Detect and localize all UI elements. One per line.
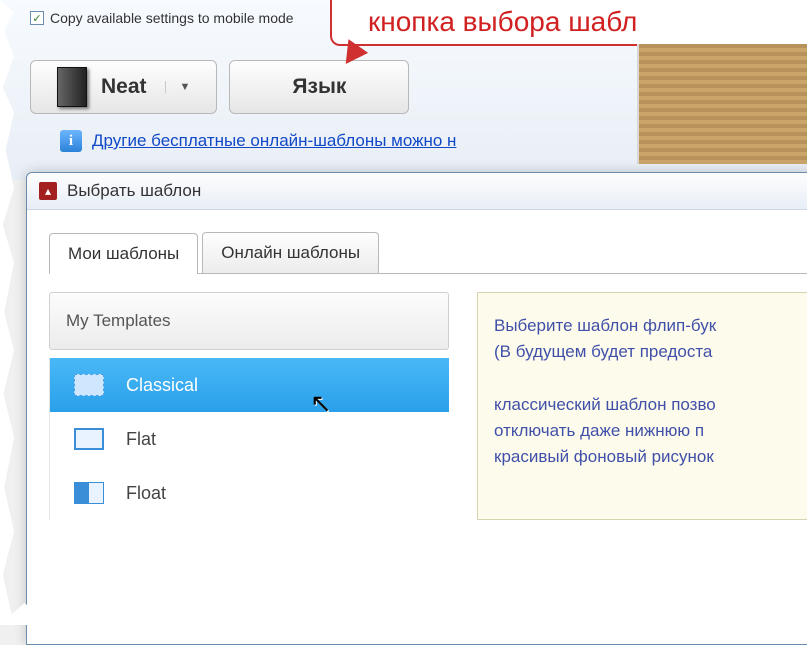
template-item-flat[interactable]: Flat [50,412,449,466]
tab-my-templates[interactable]: Мои шаблоны [49,233,198,274]
tab-online-templates[interactable]: Онлайн шаблоны [202,232,379,273]
callout-bubble: кнопка выбора шабл [330,0,807,46]
desc-text: Выберите шаблон флип-бук [494,316,716,335]
language-label: Язык [292,75,346,99]
template-select-button[interactable]: Neat ▼ [30,60,217,114]
desc-text: красивый фоновый рисунок [494,447,714,466]
desc-text: отключать даже нижнюю п [494,421,704,440]
app-icon: ▴ [39,182,57,200]
template-name: Float [126,483,166,504]
template-icon [74,482,104,504]
dialog-titlebar: ▴ Выбрать шаблон [27,173,807,210]
template-name: Classical [126,375,198,396]
more-templates-link[interactable]: Другие бесплатные онлайн-шаблоны можно н [92,131,456,151]
tab-label: Онлайн шаблоны [221,243,360,262]
book-icon [57,67,87,107]
preview-wood-panel [637,44,807,164]
info-icon: i [60,130,82,152]
callout-text: кнопка выбора шабл [368,6,637,38]
language-button[interactable]: Язык [229,60,409,114]
template-name: Flat [126,429,156,450]
template-item-float[interactable]: Float [50,466,449,520]
template-icon [74,374,104,396]
copy-settings-checkbox[interactable]: ✓ [30,11,44,25]
template-group-label: My Templates [66,311,171,330]
copy-settings-label: Copy available settings to mobile mode [50,10,294,26]
tab-label: Мои шаблоны [68,244,179,263]
template-list: Classical ↖ Flat Float [49,358,449,520]
template-item-classical[interactable]: Classical ↖ [50,358,449,412]
chevron-down-icon[interactable]: ▼ [165,81,191,93]
template-description-panel: Выберите шаблон флип-бук (В будущем буде… [477,292,807,520]
template-select-label: Neat [101,75,147,99]
desc-text: (В будущем будет предоста [494,342,712,361]
dialog-title: Выбрать шаблон [67,181,201,201]
template-group-header[interactable]: My Templates [49,292,449,350]
desc-text: классический шаблон позво [494,395,716,414]
choose-template-dialog: ▴ Выбрать шаблон Мои шаблоны Онлайн шабл… [26,172,807,645]
template-icon [74,428,104,450]
